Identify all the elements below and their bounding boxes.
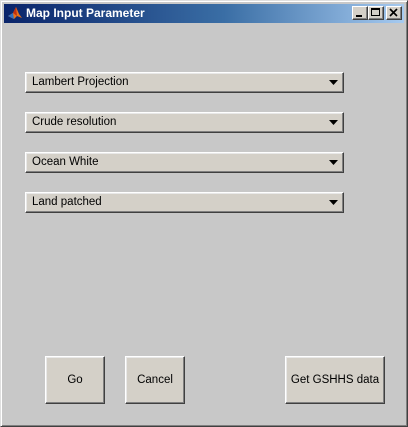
minimize-icon	[356, 15, 362, 17]
go-button[interactable]: Go	[45, 356, 105, 404]
title-bar[interactable]: Map Input Parameter	[4, 4, 404, 23]
dropdown-arrow-icon	[328, 76, 339, 89]
land-style-popup[interactable]: Land patched	[25, 192, 344, 213]
ocean-color-popup[interactable]: Ocean White	[25, 152, 344, 173]
get-gshhs-data-button[interactable]: Get GSHHS data	[285, 356, 385, 404]
matlab-logo-icon	[7, 5, 23, 21]
maximize-button[interactable]	[368, 6, 384, 20]
maximize-icon	[371, 8, 380, 16]
resolution-popup[interactable]: Crude resolution	[25, 112, 344, 133]
ocean-color-popup-value: Ocean White	[32, 156, 99, 168]
projection-popup-value: Lambert Projection	[32, 76, 129, 88]
land-style-popup-value: Land patched	[32, 196, 102, 208]
dropdown-arrow-icon	[328, 196, 339, 209]
close-icon	[389, 8, 398, 17]
dropdown-arrow-icon	[328, 116, 339, 129]
close-button[interactable]	[386, 6, 402, 20]
projection-popup[interactable]: Lambert Projection	[25, 72, 344, 93]
window-title: Map Input Parameter	[26, 6, 145, 20]
minimize-button[interactable]	[352, 6, 368, 20]
cancel-button[interactable]: Cancel	[125, 356, 185, 404]
dropdown-arrow-icon	[328, 156, 339, 169]
resolution-popup-value: Crude resolution	[32, 116, 117, 128]
map-input-parameter-window: Map Input Parameter Lambert Projection C…	[0, 0, 408, 427]
